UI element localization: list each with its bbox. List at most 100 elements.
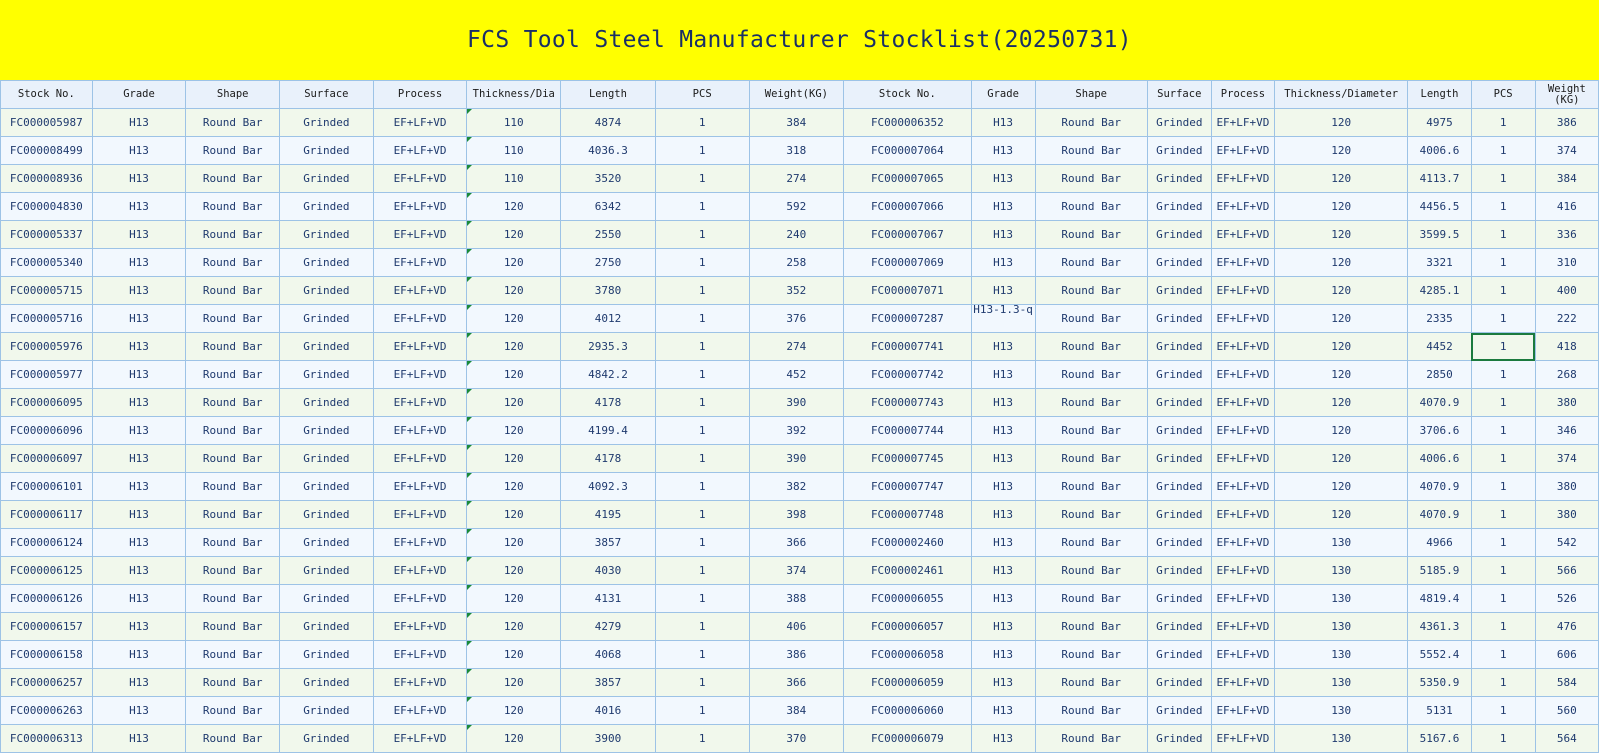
table-cell[interactable]: FC000002461	[843, 556, 972, 585]
table-cell[interactable]: FC000005716	[0, 304, 93, 333]
table-cell[interactable]: FC000006126	[0, 584, 93, 613]
table-cell[interactable]: 1	[1470, 444, 1536, 473]
table-cell[interactable]: H13	[91, 360, 187, 389]
table-cell[interactable]: 1	[654, 416, 750, 445]
table-cell[interactable]: 120	[1273, 192, 1409, 221]
table-cell[interactable]: 120	[466, 528, 562, 557]
table-cell[interactable]: 240	[748, 220, 845, 249]
table-cell[interactable]: 274	[748, 332, 845, 361]
table-cell[interactable]: 1	[654, 108, 750, 137]
table-cell[interactable]: H13	[970, 500, 1036, 529]
table-cell[interactable]: 130	[1273, 584, 1409, 613]
table-cell[interactable]: 384	[1534, 164, 1599, 193]
table-cell[interactable]: Round Bar	[185, 136, 281, 165]
table-cell[interactable]: H13	[970, 472, 1036, 501]
table-cell[interactable]: Grinded	[1146, 640, 1212, 669]
table-cell[interactable]: Round Bar	[1034, 444, 1148, 473]
table-cell[interactable]: 1	[654, 640, 750, 669]
table-cell[interactable]: Round Bar	[185, 220, 281, 249]
table-cell[interactable]: 3780	[560, 276, 656, 305]
table-cell[interactable]: 2550	[560, 220, 656, 249]
table-cell[interactable]: 120	[1273, 416, 1409, 445]
table-cell[interactable]: EF+LF+VD	[1210, 136, 1276, 165]
table-cell[interactable]: Round Bar	[185, 388, 281, 417]
table-cell[interactable]: Grinded	[279, 136, 374, 165]
table-cell[interactable]: FC000006157	[0, 612, 93, 641]
column-header[interactable]: Shape	[185, 80, 281, 109]
table-cell[interactable]: H13	[970, 108, 1036, 137]
table-cell[interactable]: H13	[970, 164, 1036, 193]
table-cell[interactable]: Round Bar	[1034, 612, 1148, 641]
table-cell[interactable]: H13	[970, 332, 1036, 361]
table-cell[interactable]: H13	[91, 108, 187, 137]
table-cell[interactable]: EF+LF+VD	[1210, 164, 1276, 193]
table-cell[interactable]: Round Bar	[185, 192, 281, 221]
table-cell[interactable]: Grinded	[1146, 696, 1212, 725]
table-cell[interactable]: H13	[91, 164, 187, 193]
table-cell[interactable]: 390	[748, 444, 845, 473]
table-cell[interactable]: 388	[748, 584, 845, 613]
table-cell[interactable]: H13	[970, 668, 1036, 697]
table-cell[interactable]: 4452	[1407, 332, 1472, 361]
table-cell[interactable]: EF+LF+VD	[1210, 528, 1276, 557]
table-cell[interactable]: 4966	[1407, 528, 1472, 557]
table-cell[interactable]: 5350.9	[1407, 668, 1472, 697]
table-cell[interactable]: 374	[748, 556, 845, 585]
table-cell[interactable]: 2335	[1407, 304, 1472, 333]
table-cell[interactable]: 1	[654, 668, 750, 697]
table-cell[interactable]: Round Bar	[185, 500, 281, 529]
table-cell[interactable]: FC000007064	[843, 136, 972, 165]
table-cell[interactable]: Round Bar	[185, 472, 281, 501]
table-cell[interactable]: 130	[1273, 528, 1409, 557]
table-cell[interactable]: 374	[1534, 136, 1599, 165]
table-cell[interactable]: 4012	[560, 304, 656, 333]
table-cell[interactable]: Grinded	[1146, 612, 1212, 641]
table-cell[interactable]: 4113.7	[1407, 164, 1472, 193]
table-cell[interactable]: H13	[91, 444, 187, 473]
table-cell[interactable]: Grinded	[1146, 668, 1212, 697]
table-cell[interactable]: Grinded	[1146, 164, 1212, 193]
table-cell[interactable]: 120	[466, 696, 562, 725]
table-cell[interactable]: 382	[748, 472, 845, 501]
table-cell[interactable]: FC000007065	[843, 164, 972, 193]
table-cell[interactable]: Grinded	[279, 472, 374, 501]
table-cell[interactable]: Round Bar	[1034, 500, 1148, 529]
table-cell[interactable]: 4030	[560, 556, 656, 585]
table-cell[interactable]: 3900	[560, 724, 656, 753]
table-cell[interactable]: 1	[654, 164, 750, 193]
table-cell[interactable]: 120	[466, 472, 562, 501]
column-header[interactable]: Thickness/Diameter	[1273, 80, 1409, 109]
table-cell[interactable]: 2750	[560, 248, 656, 277]
table-cell[interactable]: Round Bar	[185, 276, 281, 305]
table-cell[interactable]: 1	[654, 192, 750, 221]
table-cell[interactable]: 2935.3	[560, 332, 656, 361]
table-cell[interactable]: 120	[466, 640, 562, 669]
table-cell[interactable]: 310	[1534, 248, 1599, 277]
table-cell[interactable]: Round Bar	[185, 108, 281, 137]
table-cell[interactable]: EF+LF+VD	[1210, 500, 1276, 529]
table-cell[interactable]: 120	[1273, 500, 1409, 529]
table-cell[interactable]: 1	[1470, 164, 1536, 193]
table-cell[interactable]: H13	[91, 248, 187, 277]
table-cell[interactable]: FC000006055	[843, 584, 972, 613]
table-cell[interactable]: 606	[1534, 640, 1599, 669]
table-cell[interactable]: Grinded	[1146, 388, 1212, 417]
table-cell[interactable]: 386	[748, 640, 845, 669]
table-cell[interactable]: Round Bar	[1034, 304, 1148, 333]
table-cell[interactable]: 584	[1534, 668, 1599, 697]
table-cell[interactable]: 1	[654, 248, 750, 277]
table-cell[interactable]: FC000008499	[0, 136, 93, 165]
column-header[interactable]: Process	[1210, 80, 1276, 109]
table-cell[interactable]: 274	[748, 164, 845, 193]
table-cell[interactable]: Grinded	[279, 556, 374, 585]
table-cell[interactable]: 120	[1273, 220, 1409, 249]
table-cell[interactable]: H13	[970, 388, 1036, 417]
table-cell[interactable]: 4068	[560, 640, 656, 669]
table-cell[interactable]: EF+LF+VD	[1210, 332, 1276, 361]
table-cell[interactable]: 4178	[560, 444, 656, 473]
table-cell[interactable]: H13	[970, 612, 1036, 641]
table-cell[interactable]: 4006.6	[1407, 444, 1472, 473]
table-cell[interactable]: EF+LF+VD	[1210, 640, 1276, 669]
table-cell[interactable]: H13	[970, 556, 1036, 585]
table-cell[interactable]: 3520	[560, 164, 656, 193]
